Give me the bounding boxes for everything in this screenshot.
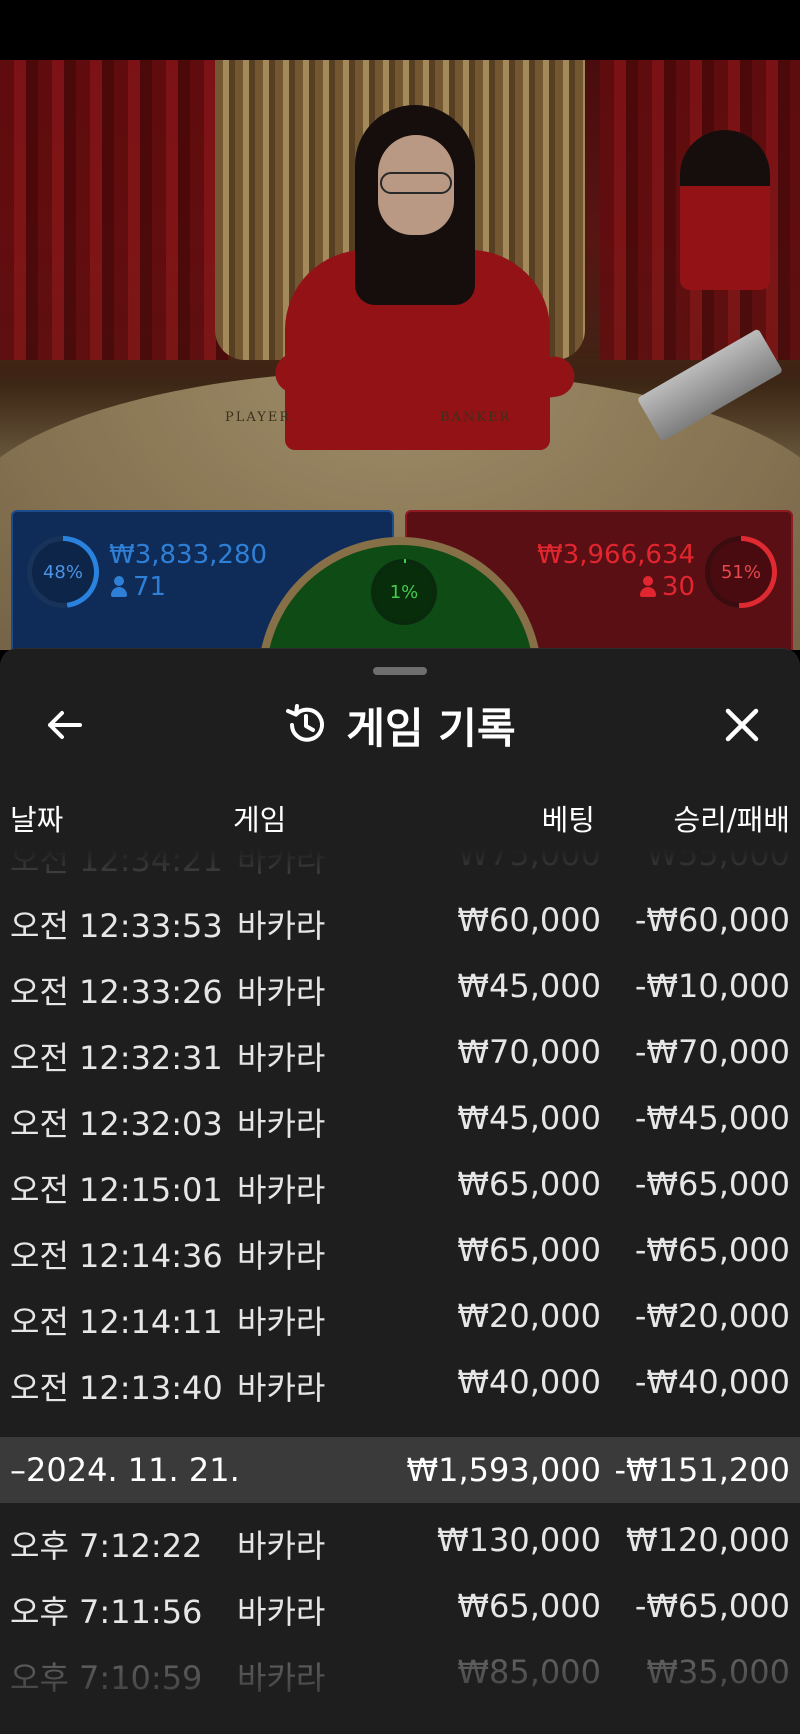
row-result: -₩65,000 xyxy=(634,1165,790,1203)
row-bet: ₩45,000 xyxy=(457,967,601,1005)
row-date: 오후 7:12:22 xyxy=(10,1527,203,1565)
row-game: 바카라 xyxy=(237,1659,326,1697)
table-row[interactable]: 오전 12:33:26 바카라 ₩45,000 -₩10,000 xyxy=(0,955,800,1021)
row-bet: ₩20,000 xyxy=(457,1297,601,1335)
table-row[interactable]: 오전 12:32:31 바카라 ₩70,000 -₩70,000 xyxy=(0,1021,800,1087)
row-game: 바카라 xyxy=(237,1105,326,1143)
column-header-game: 게임 xyxy=(233,803,287,837)
tie-percent-ring: 1% xyxy=(371,559,437,625)
banker-percent: 51% xyxy=(710,541,772,603)
row-bet: ₩75,000 xyxy=(457,849,601,873)
history-list[interactable]: 오전 12:34:21 바카라 ₩75,000 ₩55,000 오전 12:33… xyxy=(0,849,800,1734)
row-date: 오전 12:14:11 xyxy=(10,1303,223,1341)
summary-bet-total: ₩1,593,000 xyxy=(406,1451,602,1489)
page-title: 게임 기록 xyxy=(346,703,516,753)
row-bet: ₩65,000 xyxy=(457,1165,601,1203)
table-row[interactable]: 오후 7:12:22 바카라 ₩130,000 ₩120,000 xyxy=(0,1509,800,1575)
row-bet: ₩130,000 xyxy=(437,1521,601,1559)
row-result: ₩55,000 xyxy=(646,849,790,873)
row-date: 오전 12:33:53 xyxy=(10,907,223,945)
row-bet: ₩65,000 xyxy=(457,1231,601,1269)
row-game: 바카라 xyxy=(237,849,326,879)
summary-date: –2024. 11. 21. xyxy=(10,1451,240,1489)
row-game: 바카라 xyxy=(237,1039,326,1077)
player-percent-ring: 48% xyxy=(27,536,99,608)
player-bettor-count: 71 xyxy=(111,572,166,602)
table-row[interactable]: 오전 12:13:40 바카라 ₩40,000 -₩40,000 xyxy=(0,1351,800,1417)
game-history-sheet: 게임 기록 날짜 게임 베팅 승리/패배 오전 12:34:21 바카라 ₩75… xyxy=(0,648,800,1734)
row-game: 바카라 xyxy=(237,907,326,945)
table-row[interactable]: 오후 7:10:59 바카라 ₩85,000 ₩35,000 xyxy=(0,1641,800,1707)
table-row[interactable]: 오전 12:33:53 바카라 ₩60,000 -₩60,000 xyxy=(0,889,800,955)
history-icon xyxy=(286,704,325,742)
row-game: 바카라 xyxy=(237,1303,326,1341)
date-summary-row[interactable]: –2024. 11. 21. ₩1,593,000 -₩151,200 xyxy=(0,1437,800,1503)
row-result: -₩65,000 xyxy=(634,1231,790,1269)
row-result: -₩60,000 xyxy=(634,901,790,939)
player-bet-total: ₩3,833,280 xyxy=(109,540,268,570)
banker-bet-total: ₩3,966,634 xyxy=(536,540,695,570)
status-bar xyxy=(0,0,800,60)
table-row[interactable]: 오전 12:15:01 바카라 ₩65,000 -₩65,000 xyxy=(0,1153,800,1219)
user-icon xyxy=(639,576,656,598)
row-date: 오전 12:14:36 xyxy=(10,1237,223,1275)
row-date: 오전 12:34:21 xyxy=(10,849,223,879)
column-header-date: 날짜 xyxy=(10,803,64,837)
column-header-bet: 베팅 xyxy=(541,803,595,837)
player-bettor-count-value: 71 xyxy=(133,572,167,602)
row-date: 오전 12:32:03 xyxy=(10,1105,223,1143)
row-game: 바카라 xyxy=(237,1237,326,1275)
row-date: 오전 12:15:01 xyxy=(10,1171,223,1209)
row-date: 오전 12:33:26 xyxy=(10,973,223,1011)
table-row[interactable]: 오전 12:34:21 바카라 ₩75,000 ₩55,000 xyxy=(0,849,800,889)
row-result: -₩65,000 xyxy=(634,1587,790,1625)
column-header-result: 승리/패배 xyxy=(673,803,791,837)
row-date: 오전 12:13:40 xyxy=(10,1369,223,1407)
row-game: 바카라 xyxy=(237,973,326,1011)
table-row[interactable]: 오전 12:14:36 바카라 ₩65,000 -₩65,000 xyxy=(0,1219,800,1285)
player-percent: 48% xyxy=(32,541,94,603)
row-result: ₩120,000 xyxy=(626,1521,790,1559)
row-result: -₩45,000 xyxy=(634,1099,790,1137)
row-result: ₩35,000 xyxy=(646,1653,790,1691)
row-result: -₩40,000 xyxy=(634,1363,790,1401)
row-result: -₩20,000 xyxy=(634,1297,790,1335)
table-header: 날짜 게임 베팅 승리/패배 xyxy=(0,797,800,841)
row-bet: ₩70,000 xyxy=(457,1033,601,1071)
tie-percent: 1% xyxy=(375,563,433,621)
row-bet: ₩45,000 xyxy=(457,1099,601,1137)
row-game: 바카라 xyxy=(237,1171,326,1209)
sheet-header: 게임 기록 xyxy=(0,697,800,753)
row-bet: ₩65,000 xyxy=(457,1587,601,1625)
row-game: 바카라 xyxy=(237,1593,326,1631)
row-date: 오전 12:32:31 xyxy=(10,1039,223,1077)
close-icon xyxy=(725,708,759,742)
table-row[interactable]: 오후 7:11:56 바카라 ₩65,000 -₩65,000 xyxy=(0,1575,800,1641)
banker-percent-ring: 51% xyxy=(705,536,777,608)
summary-result-total: -₩151,200 xyxy=(614,1451,790,1489)
row-bet: ₩60,000 xyxy=(457,901,601,939)
table-row[interactable]: 오전 12:32:03 바카라 ₩45,000 -₩45,000 xyxy=(0,1087,800,1153)
banker-bettor-count-value: 30 xyxy=(661,572,695,602)
user-icon xyxy=(111,576,127,598)
row-date: 오후 7:11:56 xyxy=(10,1593,203,1631)
row-game: 바카라 xyxy=(237,1527,326,1565)
row-result: -₩10,000 xyxy=(634,967,790,1005)
banker-bettor-count: 30 xyxy=(639,572,695,602)
table-row[interactable]: 오전 12:14:11 바카라 ₩20,000 -₩20,000 xyxy=(0,1285,800,1351)
row-result: -₩70,000 xyxy=(634,1033,790,1071)
row-bet: ₩40,000 xyxy=(457,1363,601,1401)
sheet-drag-handle[interactable] xyxy=(373,667,427,675)
close-button[interactable] xyxy=(714,697,770,753)
row-date: 오후 7:10:59 xyxy=(10,1659,203,1697)
row-game: 바카라 xyxy=(237,1369,326,1407)
row-bet: ₩85,000 xyxy=(457,1653,601,1691)
